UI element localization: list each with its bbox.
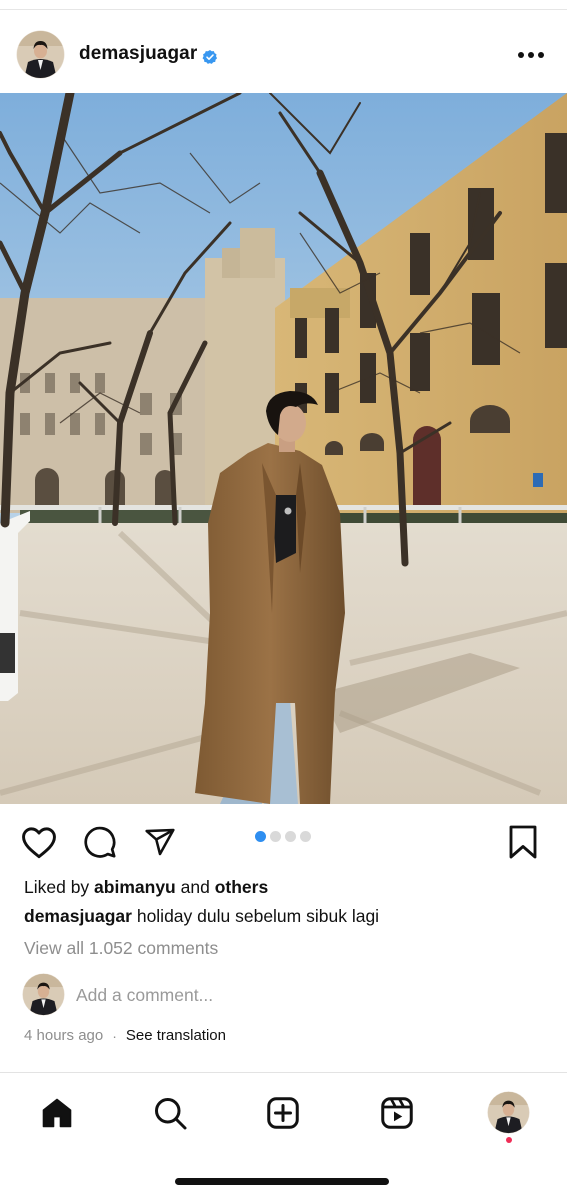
nav-profile-avatar[interactable]	[487, 1091, 530, 1134]
save-button[interactable]	[503, 822, 543, 862]
caption-username[interactable]: demasjuagar	[24, 906, 132, 926]
bottom-nav	[0, 1084, 567, 1144]
top-divider	[0, 9, 567, 10]
author-username[interactable]: demasjuagar	[79, 43, 197, 65]
likes-summary[interactable]: Liked by abimanyu and others	[24, 877, 268, 898]
post-meta: 4 hours ago · See translation	[24, 1027, 226, 1044]
meta-separator: ·	[112, 1027, 117, 1044]
carousel-indicator	[255, 831, 311, 842]
home-indicator	[175, 1178, 389, 1185]
post-caption: demasjuagar holiday dulu sebelum sibuk l…	[24, 906, 379, 927]
carousel-dot-active	[255, 831, 266, 842]
liked-others-link[interactable]: others	[215, 877, 268, 897]
carousel-dot	[300, 831, 311, 842]
post-header: demasjuagar	[0, 28, 567, 82]
add-comment-input[interactable]: Add a comment...	[76, 985, 213, 1006]
author-avatar[interactable]	[16, 30, 65, 79]
nav-divider	[0, 1072, 567, 1073]
post-photo[interactable]	[0, 93, 567, 804]
notification-dot	[506, 1137, 512, 1143]
share-button[interactable]	[140, 822, 180, 862]
reels-icon	[381, 1097, 413, 1129]
search-icon	[155, 1098, 187, 1130]
bookmark-icon	[509, 825, 537, 859]
caption-text: holiday dulu sebelum sibuk lagi	[131, 906, 380, 926]
post-actions	[0, 818, 567, 862]
view-all-comments-link[interactable]: View all 1.052 comments	[24, 938, 218, 959]
post-timestamp: 4 hours ago	[24, 1027, 104, 1044]
paper-plane-icon	[145, 828, 175, 856]
comment-bubble-icon	[84, 826, 116, 858]
like-button[interactable]	[19, 822, 59, 862]
nav-create-button[interactable]	[260, 1090, 306, 1136]
nav-reels-button[interactable]	[374, 1090, 420, 1136]
comment-button[interactable]	[80, 822, 120, 862]
liked-user-link[interactable]: abimanyu	[94, 877, 176, 897]
add-comment-row[interactable]: Add a comment...	[22, 973, 542, 1017]
heart-icon	[22, 827, 56, 859]
home-icon	[42, 1098, 72, 1128]
plus-square-icon	[267, 1097, 299, 1129]
verified-badge-icon	[202, 50, 218, 64]
liked-prefix: Liked by	[24, 877, 95, 897]
see-translation-link[interactable]: See translation	[126, 1027, 226, 1044]
more-dots-icon	[518, 52, 524, 58]
current-user-avatar	[22, 973, 65, 1016]
carousel-dot	[270, 831, 281, 842]
more-options-button[interactable]	[518, 50, 548, 60]
carousel-dot	[285, 831, 296, 842]
nav-home-button[interactable]	[34, 1090, 80, 1136]
nav-search-button[interactable]	[147, 1090, 193, 1136]
liked-and: and	[175, 877, 215, 897]
